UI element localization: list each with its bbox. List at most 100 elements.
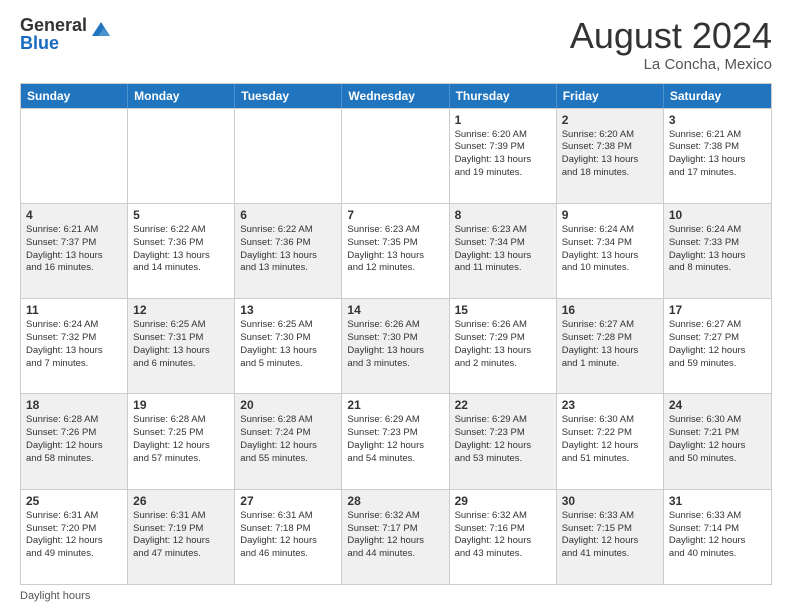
day-info: Sunrise: 6:32 AM Sunset: 7:16 PM Dayligh… — [455, 510, 551, 561]
day-number: 20 — [240, 398, 336, 412]
day-number: 11 — [26, 303, 122, 317]
day-info: Sunrise: 6:33 AM Sunset: 7:14 PM Dayligh… — [669, 510, 766, 561]
page: General Blue August 2024 La Concha, Mexi… — [0, 0, 792, 612]
day-info: Sunrise: 6:24 AM Sunset: 7:34 PM Dayligh… — [562, 224, 658, 275]
daylight-hours-label: Daylight hours — [20, 590, 90, 602]
day-info: Sunrise: 6:33 AM Sunset: 7:15 PM Dayligh… — [562, 510, 658, 561]
cal-header-wednesday: Wednesday — [342, 84, 449, 108]
day-info: Sunrise: 6:25 AM Sunset: 7:31 PM Dayligh… — [133, 319, 229, 370]
cal-cell: 19Sunrise: 6:28 AM Sunset: 7:25 PM Dayli… — [128, 394, 235, 488]
day-info: Sunrise: 6:28 AM Sunset: 7:25 PM Dayligh… — [133, 414, 229, 465]
cal-cell: 26 Sunrise: 6:31 AM Sunset: 7:19 PM Dayli… — [128, 490, 235, 584]
cal-cell — [21, 109, 128, 203]
cal-cell: 30 Sunrise: 6:33 AM Sunset: 7:15 PM Dayli… — [557, 490, 664, 584]
cal-header-tuesday: Tuesday — [235, 84, 342, 108]
cal-row-3: 18 Sunrise: 6:28 AM Sunset: 7:26 PM Dayli… — [21, 393, 771, 488]
cal-cell: 20 Sunrise: 6:28 AM Sunset: 7:24 PM Dayli… — [235, 394, 342, 488]
day-info: Sunrise: 6:20 AM Sunset: 7:39 PM Dayligh… — [455, 129, 551, 180]
day-info: Sunrise: 6:26 AM Sunset: 7:30 PM Dayligh… — [347, 319, 443, 370]
calendar-body: 1 Sunrise: 6:20 AM Sunset: 7:39 PM Daylig… — [21, 108, 771, 584]
day-number: 16 — [562, 303, 658, 317]
day-info: Sunrise: 6:30 AM Sunset: 7:22 PM Dayligh… — [562, 414, 658, 465]
day-info: Sunrise: 6:23 AM Sunset: 7:35 PM Dayligh… — [347, 224, 443, 275]
calendar: SundayMondayTuesdayWednesdayThursdayFrid… — [20, 83, 772, 585]
day-number: 29 — [455, 494, 551, 508]
day-number: 13 — [240, 303, 336, 317]
cal-cell: 4Sunrise: 6:21 AM Sunset: 7:37 PM Daylig… — [21, 204, 128, 298]
day-info: Sunrise: 6:24 AM Sunset: 7:32 PM Dayligh… — [26, 319, 122, 370]
day-number: 14 — [347, 303, 443, 317]
day-info: Sunrise: 6:26 AM Sunset: 7:29 PM Dayligh… — [455, 319, 551, 370]
cal-cell: 2Sunrise: 6:20 AM Sunset: 7:38 PM Daylig… — [557, 109, 664, 203]
cal-cell: 16 Sunrise: 6:27 AM Sunset: 7:28 PM Dayli… — [557, 299, 664, 393]
title-area: August 2024 La Concha, Mexico — [570, 16, 772, 73]
cal-cell: 28Sunrise: 6:32 AM Sunset: 7:17 PM Dayli… — [342, 490, 449, 584]
cal-header-saturday: Saturday — [664, 84, 771, 108]
day-number: 2 — [562, 113, 658, 127]
cal-cell — [128, 109, 235, 203]
logo-text: General Blue — [20, 16, 87, 52]
day-info: Sunrise: 6:23 AM Sunset: 7:34 PM Dayligh… — [455, 224, 551, 275]
cal-cell: 8 Sunrise: 6:23 AM Sunset: 7:34 PM Daylig… — [450, 204, 557, 298]
cal-cell: 12 Sunrise: 6:25 AM Sunset: 7:31 PM Dayli… — [128, 299, 235, 393]
logo-general: General — [20, 16, 87, 34]
day-number: 31 — [669, 494, 766, 508]
cal-cell: 5Sunrise: 6:22 AM Sunset: 7:36 PM Daylig… — [128, 204, 235, 298]
cal-cell: 22 Sunrise: 6:29 AM Sunset: 7:23 PM Dayli… — [450, 394, 557, 488]
day-number: 24 — [669, 398, 766, 412]
day-number: 22 — [455, 398, 551, 412]
day-number: 17 — [669, 303, 766, 317]
cal-row-0: 1 Sunrise: 6:20 AM Sunset: 7:39 PM Daylig… — [21, 108, 771, 203]
cal-header-sunday: Sunday — [21, 84, 128, 108]
cal-cell: 14 Sunrise: 6:26 AM Sunset: 7:30 PM Dayli… — [342, 299, 449, 393]
cal-cell: 17 Sunrise: 6:27 AM Sunset: 7:27 PM Dayli… — [664, 299, 771, 393]
logo-blue: Blue — [20, 34, 87, 52]
cal-cell: 13Sunrise: 6:25 AM Sunset: 7:30 PM Dayli… — [235, 299, 342, 393]
day-info: Sunrise: 6:31 AM Sunset: 7:18 PM Dayligh… — [240, 510, 336, 561]
logo-icon — [90, 18, 112, 40]
day-info: Sunrise: 6:27 AM Sunset: 7:27 PM Dayligh… — [669, 319, 766, 370]
day-info: Sunrise: 6:22 AM Sunset: 7:36 PM Dayligh… — [240, 224, 336, 275]
cal-row-1: 4Sunrise: 6:21 AM Sunset: 7:37 PM Daylig… — [21, 203, 771, 298]
cal-header-friday: Friday — [557, 84, 664, 108]
cal-header-thursday: Thursday — [450, 84, 557, 108]
cal-cell: 6Sunrise: 6:22 AM Sunset: 7:36 PM Daylig… — [235, 204, 342, 298]
day-info: Sunrise: 6:29 AM Sunset: 7:23 PM Dayligh… — [347, 414, 443, 465]
day-info: Sunrise: 6:24 AM Sunset: 7:33 PM Dayligh… — [669, 224, 766, 275]
day-number: 15 — [455, 303, 551, 317]
cal-cell: 18 Sunrise: 6:28 AM Sunset: 7:26 PM Dayli… — [21, 394, 128, 488]
day-number: 28 — [347, 494, 443, 508]
cal-cell: 9 Sunrise: 6:24 AM Sunset: 7:34 PM Daylig… — [557, 204, 664, 298]
day-info: Sunrise: 6:30 AM Sunset: 7:21 PM Dayligh… — [669, 414, 766, 465]
cal-cell: 25Sunrise: 6:31 AM Sunset: 7:20 PM Dayli… — [21, 490, 128, 584]
day-number: 30 — [562, 494, 658, 508]
cal-cell: 7Sunrise: 6:23 AM Sunset: 7:35 PM Daylig… — [342, 204, 449, 298]
cal-cell: 21 Sunrise: 6:29 AM Sunset: 7:23 PM Dayli… — [342, 394, 449, 488]
day-number: 3 — [669, 113, 766, 127]
day-number: 5 — [133, 208, 229, 222]
day-info: Sunrise: 6:29 AM Sunset: 7:23 PM Dayligh… — [455, 414, 551, 465]
cal-row-4: 25Sunrise: 6:31 AM Sunset: 7:20 PM Dayli… — [21, 489, 771, 584]
cal-cell: 3Sunrise: 6:21 AM Sunset: 7:38 PM Daylig… — [664, 109, 771, 203]
calendar-header-row: SundayMondayTuesdayWednesdayThursdayFrid… — [21, 84, 771, 108]
header: General Blue August 2024 La Concha, Mexi… — [20, 16, 772, 73]
cal-cell: 31 Sunrise: 6:33 AM Sunset: 7:14 PM Dayli… — [664, 490, 771, 584]
day-info: Sunrise: 6:27 AM Sunset: 7:28 PM Dayligh… — [562, 319, 658, 370]
cal-row-2: 11 Sunrise: 6:24 AM Sunset: 7:32 PM Dayli… — [21, 298, 771, 393]
day-info: Sunrise: 6:28 AM Sunset: 7:26 PM Dayligh… — [26, 414, 122, 465]
day-number: 21 — [347, 398, 443, 412]
cal-cell — [342, 109, 449, 203]
day-number: 8 — [455, 208, 551, 222]
day-number: 12 — [133, 303, 229, 317]
day-number: 27 — [240, 494, 336, 508]
day-info: Sunrise: 6:31 AM Sunset: 7:19 PM Dayligh… — [133, 510, 229, 561]
cal-cell: 27 Sunrise: 6:31 AM Sunset: 7:18 PM Dayli… — [235, 490, 342, 584]
day-number: 9 — [562, 208, 658, 222]
cal-cell: 1 Sunrise: 6:20 AM Sunset: 7:39 PM Daylig… — [450, 109, 557, 203]
day-number: 1 — [455, 113, 551, 127]
day-number: 26 — [133, 494, 229, 508]
day-info: Sunrise: 6:28 AM Sunset: 7:24 PM Dayligh… — [240, 414, 336, 465]
cal-cell: 24 Sunrise: 6:30 AM Sunset: 7:21 PM Dayli… — [664, 394, 771, 488]
subtitle: La Concha, Mexico — [570, 56, 772, 73]
day-number: 18 — [26, 398, 122, 412]
